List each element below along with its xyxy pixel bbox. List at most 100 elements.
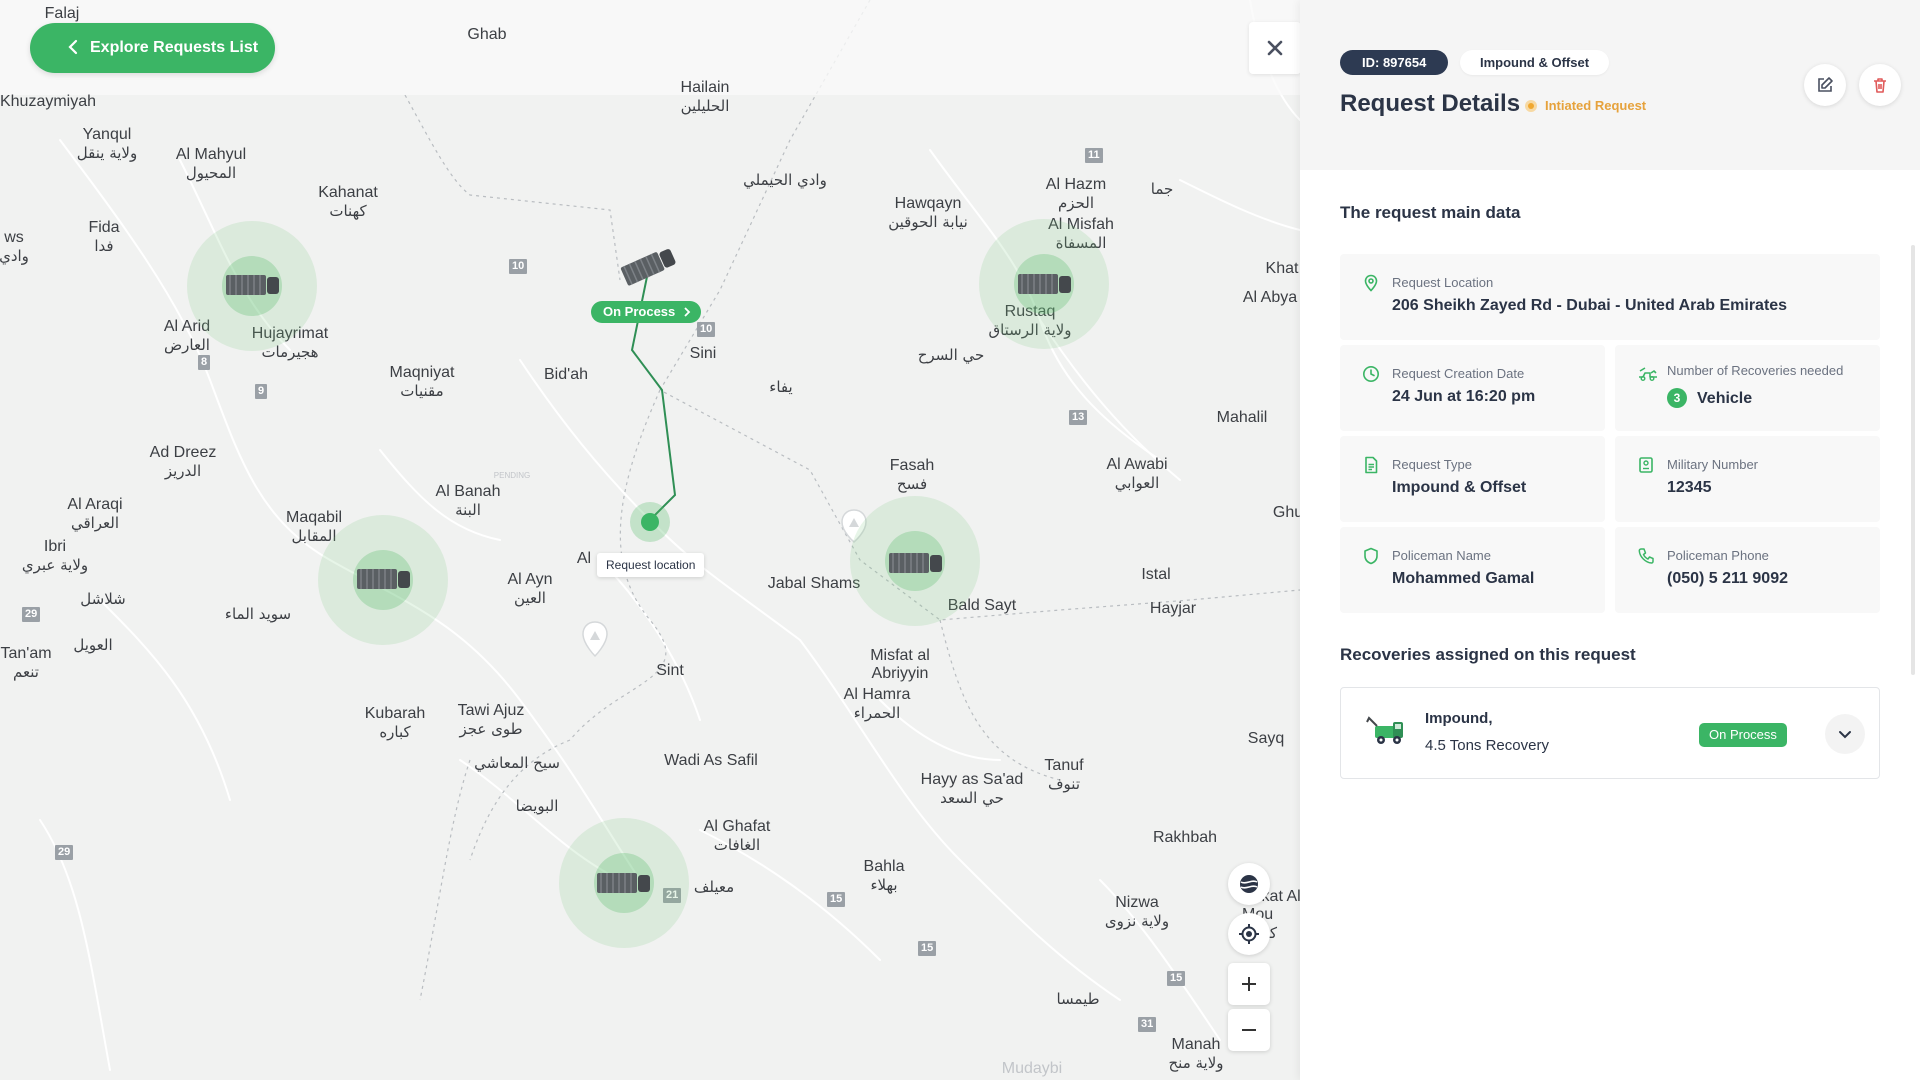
- place-label: جما: [1150, 180, 1174, 198]
- page-title: Request Details: [1340, 90, 1521, 117]
- place-label: Falaj: [44, 5, 80, 22]
- truck-icon[interactable]: [595, 870, 653, 896]
- place-label: PENDING: [493, 471, 531, 480]
- place-label: Al Hamra الحمراء: [843, 686, 911, 722]
- place-label: Al Araqi العراقي: [67, 496, 123, 532]
- request-location-label: Request location: [597, 553, 705, 577]
- request-location-marker[interactable]: [630, 502, 670, 542]
- field-value: 3 Vehicle: [1667, 388, 1752, 408]
- field-value: 24 Jun at 16:20 pm: [1392, 388, 1536, 405]
- road-shield: 15: [1167, 971, 1186, 986]
- on-process-pill[interactable]: On Process: [591, 301, 702, 323]
- policeman-phone-card: Policeman Phone (050) 5 211 9092: [1615, 527, 1880, 613]
- zoom-in-button[interactable]: [1228, 963, 1270, 1005]
- field-label: Request Type: [1392, 457, 1472, 472]
- trash-icon: [1874, 78, 1886, 93]
- delete-button[interactable]: [1859, 64, 1901, 106]
- place-label: Al Hazm الحزم: [1045, 176, 1107, 212]
- truck-icon[interactable]: [887, 550, 945, 576]
- field-label: Number of Recoveries needed: [1667, 363, 1844, 378]
- road-shield: 8: [198, 355, 211, 370]
- place-label: طيمسا: [1056, 990, 1100, 1008]
- phone-icon: [1638, 548, 1654, 564]
- policeman-name-card: Policeman Name Mohammed Gamal: [1340, 527, 1605, 613]
- place-label: Ad Dreez الدريز: [149, 444, 217, 480]
- place-label: Sini: [689, 345, 717, 362]
- place-label: Hayy as Sa'ad حي السعد: [920, 771, 1024, 807]
- recovery-list-item[interactable]: Impound, 4.5 Tons Recovery On Process: [1340, 687, 1880, 779]
- status-badge: Intiated Request: [1525, 98, 1646, 113]
- place-label: Sint: [656, 662, 684, 679]
- place-label: Al Abya: [1242, 289, 1298, 306]
- locate-button[interactable]: [1228, 913, 1270, 955]
- recovery-subtitle: 4.5 Tons Recovery: [1425, 737, 1549, 754]
- place-label: Hawqayn نيابة الحوقين: [888, 195, 968, 231]
- road-shield: 13: [1069, 410, 1088, 425]
- field-label: Request Creation Date: [1392, 366, 1525, 381]
- recoveries-title: Recoveries assigned on this request: [1340, 645, 1636, 664]
- place-label: ws وادي: [0, 229, 29, 265]
- field-value: Impound & Offset: [1392, 479, 1527, 496]
- road-shield: 11: [1085, 148, 1103, 163]
- request-details-panel: ID: 897654 Impound & Offset Request Deta…: [1300, 0, 1920, 1080]
- place-label: Al Mahyul المحيول: [175, 146, 247, 182]
- place-label: Al Awabi العوابي: [1106, 456, 1168, 492]
- road-shield: 10: [697, 322, 716, 337]
- road-shield: 10: [509, 259, 528, 274]
- recoveries-needed-card: Number of Recoveries needed 3 Vehicle: [1615, 345, 1880, 431]
- place-label: شلاشل: [80, 590, 126, 608]
- expand-button[interactable]: [1825, 714, 1865, 754]
- id-card-icon: [1639, 457, 1653, 473]
- place-label: Al Ayn العين: [507, 571, 553, 607]
- road-shield: 29: [22, 607, 41, 622]
- map-view[interactable]: Falaj Ghab Hailain الحليلين Khuzaymiyah Y…: [0, 0, 1300, 1080]
- truck-icon[interactable]: [355, 566, 413, 592]
- layers-button[interactable]: [1228, 863, 1270, 905]
- map-pin-icon: [582, 621, 608, 658]
- zoom-out-button[interactable]: [1228, 1009, 1270, 1051]
- plus-icon: [1242, 977, 1256, 991]
- field-label: Request Location: [1392, 275, 1494, 290]
- chevron-right-icon: [684, 307, 691, 317]
- field-value: 206 Sheikh Zayed Rd - Dubai - United Ara…: [1392, 297, 1788, 314]
- request-id-badge: ID: 897654: [1340, 50, 1449, 75]
- place-label: Kahanat كهنات: [318, 184, 378, 220]
- field-label: Policeman Phone: [1667, 548, 1769, 563]
- location-pin-icon: [1364, 274, 1378, 292]
- place-label: Tan'am تنعم: [0, 645, 52, 681]
- document-icon: [1365, 456, 1378, 474]
- creation-date-card: Request Creation Date 24 Jun at 16:20 pm: [1340, 345, 1605, 431]
- place-label: Mahalil: [1216, 409, 1268, 426]
- place-label: Jabal Shams: [767, 575, 861, 592]
- tow-truck-icon: [1639, 367, 1657, 381]
- shield-icon: [1364, 547, 1378, 565]
- truck-icon[interactable]: [1016, 271, 1074, 297]
- place-label: Sayq: [1247, 730, 1285, 747]
- edit-button[interactable]: [1804, 64, 1846, 106]
- place-label: Bid'ah: [544, 366, 588, 383]
- truck-icon[interactable]: [224, 272, 282, 298]
- road-shield: 31: [1138, 1017, 1157, 1032]
- road-shield: 29: [55, 845, 74, 860]
- place-label: Al: [576, 550, 592, 567]
- panel-header: ID: 897654 Impound & Offset Request Deta…: [1300, 0, 1920, 170]
- road-shield: 9: [255, 384, 268, 399]
- status-dot-icon: [1525, 99, 1537, 112]
- military-number-card: Military Number 12345: [1615, 436, 1880, 522]
- panel-scrollbar[interactable]: [1911, 245, 1915, 675]
- field-value: (050) 5 211 9092: [1667, 570, 1788, 587]
- place-label: Nizwa ولاية نزوى: [1104, 894, 1170, 930]
- place-label: Kubarah كباره: [364, 705, 426, 741]
- chevron-left-icon: [68, 39, 78, 55]
- field-value: 12345: [1667, 479, 1712, 496]
- chevron-down-icon: [1839, 731, 1851, 739]
- place-label: البويضا: [515, 797, 559, 815]
- recovery-status-badge: On Process: [1699, 723, 1787, 747]
- field-label: Military Number: [1667, 457, 1759, 472]
- close-button[interactable]: [1249, 22, 1300, 74]
- edit-icon: [1818, 77, 1833, 92]
- explore-requests-button[interactable]: Explore Requests List: [30, 23, 275, 73]
- place-label: Istal: [1141, 566, 1171, 583]
- place-label: Tawi Ajuz طوى عجز: [457, 702, 525, 738]
- place-label: Fasah فسح: [889, 457, 935, 493]
